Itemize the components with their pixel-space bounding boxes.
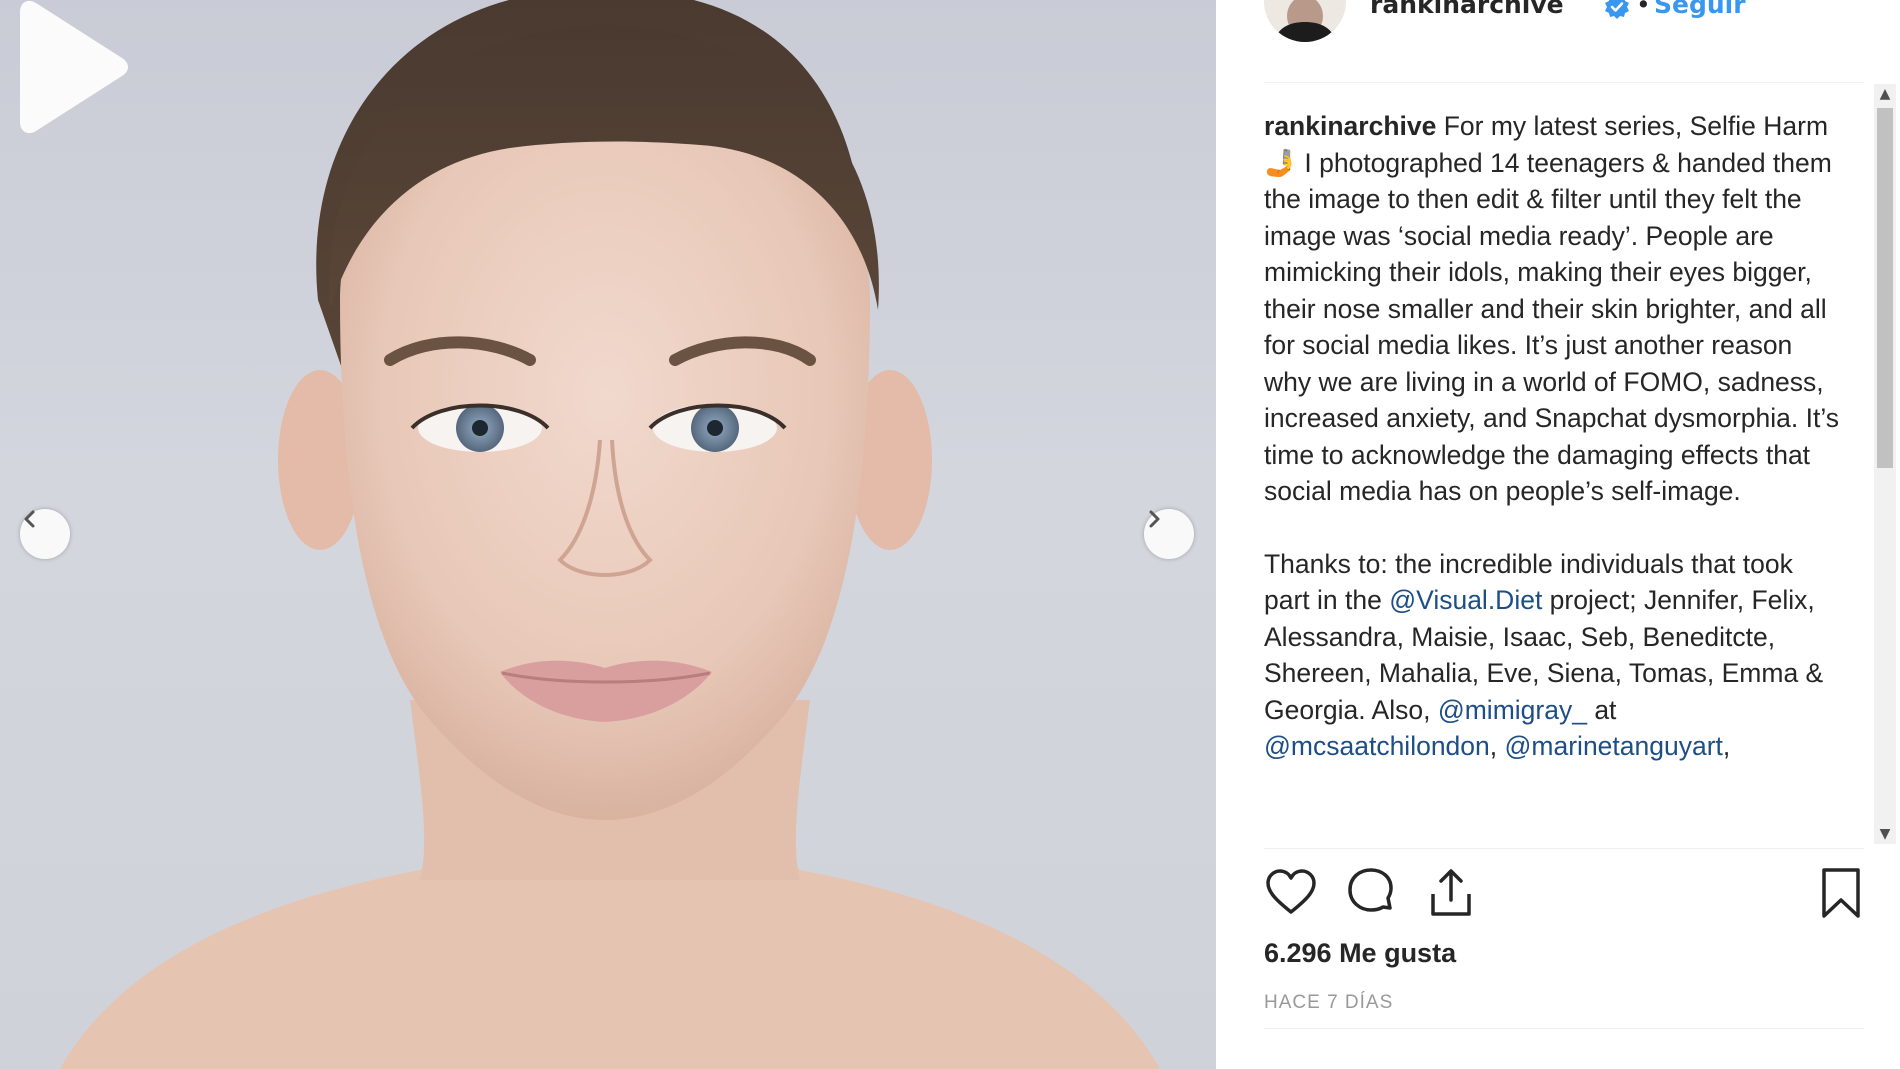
caption-text: ,	[1489, 731, 1505, 761]
bookmark-icon[interactable]	[1814, 866, 1868, 920]
play-icon[interactable]	[0, 0, 130, 134]
chevron-right-icon	[1149, 510, 1160, 528]
comment-icon[interactable]	[1344, 866, 1398, 920]
verified-badge-icon	[1605, 0, 1629, 19]
caption-scrollbar[interactable]: ▲ ▼	[1874, 84, 1896, 844]
portrait-photo	[60, 0, 1160, 1069]
previous-slide-button[interactable]	[20, 509, 70, 559]
header-divider	[1264, 82, 1864, 83]
avatar[interactable]	[1264, 0, 1346, 42]
scroll-down-arrow-icon[interactable]: ▼	[1874, 824, 1896, 844]
caption-text: at	[1586, 694, 1617, 725]
follow-button[interactable]: Seguir	[1654, 0, 1746, 19]
actions-divider	[1264, 848, 1864, 849]
separator-dot: •	[1636, 0, 1651, 19]
mention-link[interactable]: @mimigray_	[1438, 695, 1587, 725]
mention-link[interactable]: @mcsaatchilondon	[1264, 731, 1490, 761]
post-timestamp[interactable]: HACE 7 DÍAS	[1264, 992, 1393, 1014]
footer-divider	[1264, 1028, 1864, 1029]
caption-text: ,	[1722, 731, 1731, 761]
action-bar	[1264, 866, 1864, 922]
username-link[interactable]: rankinarchive	[1370, 0, 1564, 19]
scrollbar-thumb[interactable]	[1877, 108, 1893, 468]
post-header: rankinarchive • Seguir	[1264, 0, 1864, 60]
share-icon[interactable]	[1424, 866, 1478, 920]
caption-paragraph: Thanks to: the incredible individuals th…	[1264, 546, 1844, 765]
mention-link[interactable]: @marinetanguyart	[1505, 731, 1723, 761]
mention-link[interactable]: @Visual.Diet	[1389, 585, 1542, 615]
caption-paragraph: rankinarchive For my latest series, Self…	[1264, 108, 1844, 510]
post-caption: rankinarchive For my latest series, Self…	[1264, 108, 1844, 848]
caption-username-link[interactable]: rankinarchive	[1264, 111, 1436, 141]
heart-icon[interactable]	[1264, 866, 1318, 920]
chevron-left-icon	[24, 510, 35, 528]
scroll-up-arrow-icon[interactable]: ▲	[1874, 84, 1896, 104]
selfie-emoji: 🤳	[1264, 147, 1297, 178]
post-sidebar: rankinarchive • Seguir rankinarchive For…	[1216, 0, 1900, 1069]
like-count[interactable]: 6.296 Me gusta	[1264, 938, 1456, 969]
caption-text: For my latest series, Selfie Harm	[1443, 111, 1829, 141]
caption-text: I photographed 14 teenagers & handed the…	[1264, 147, 1839, 507]
next-slide-button[interactable]	[1144, 509, 1194, 559]
post-media[interactable]	[0, 0, 1216, 1069]
